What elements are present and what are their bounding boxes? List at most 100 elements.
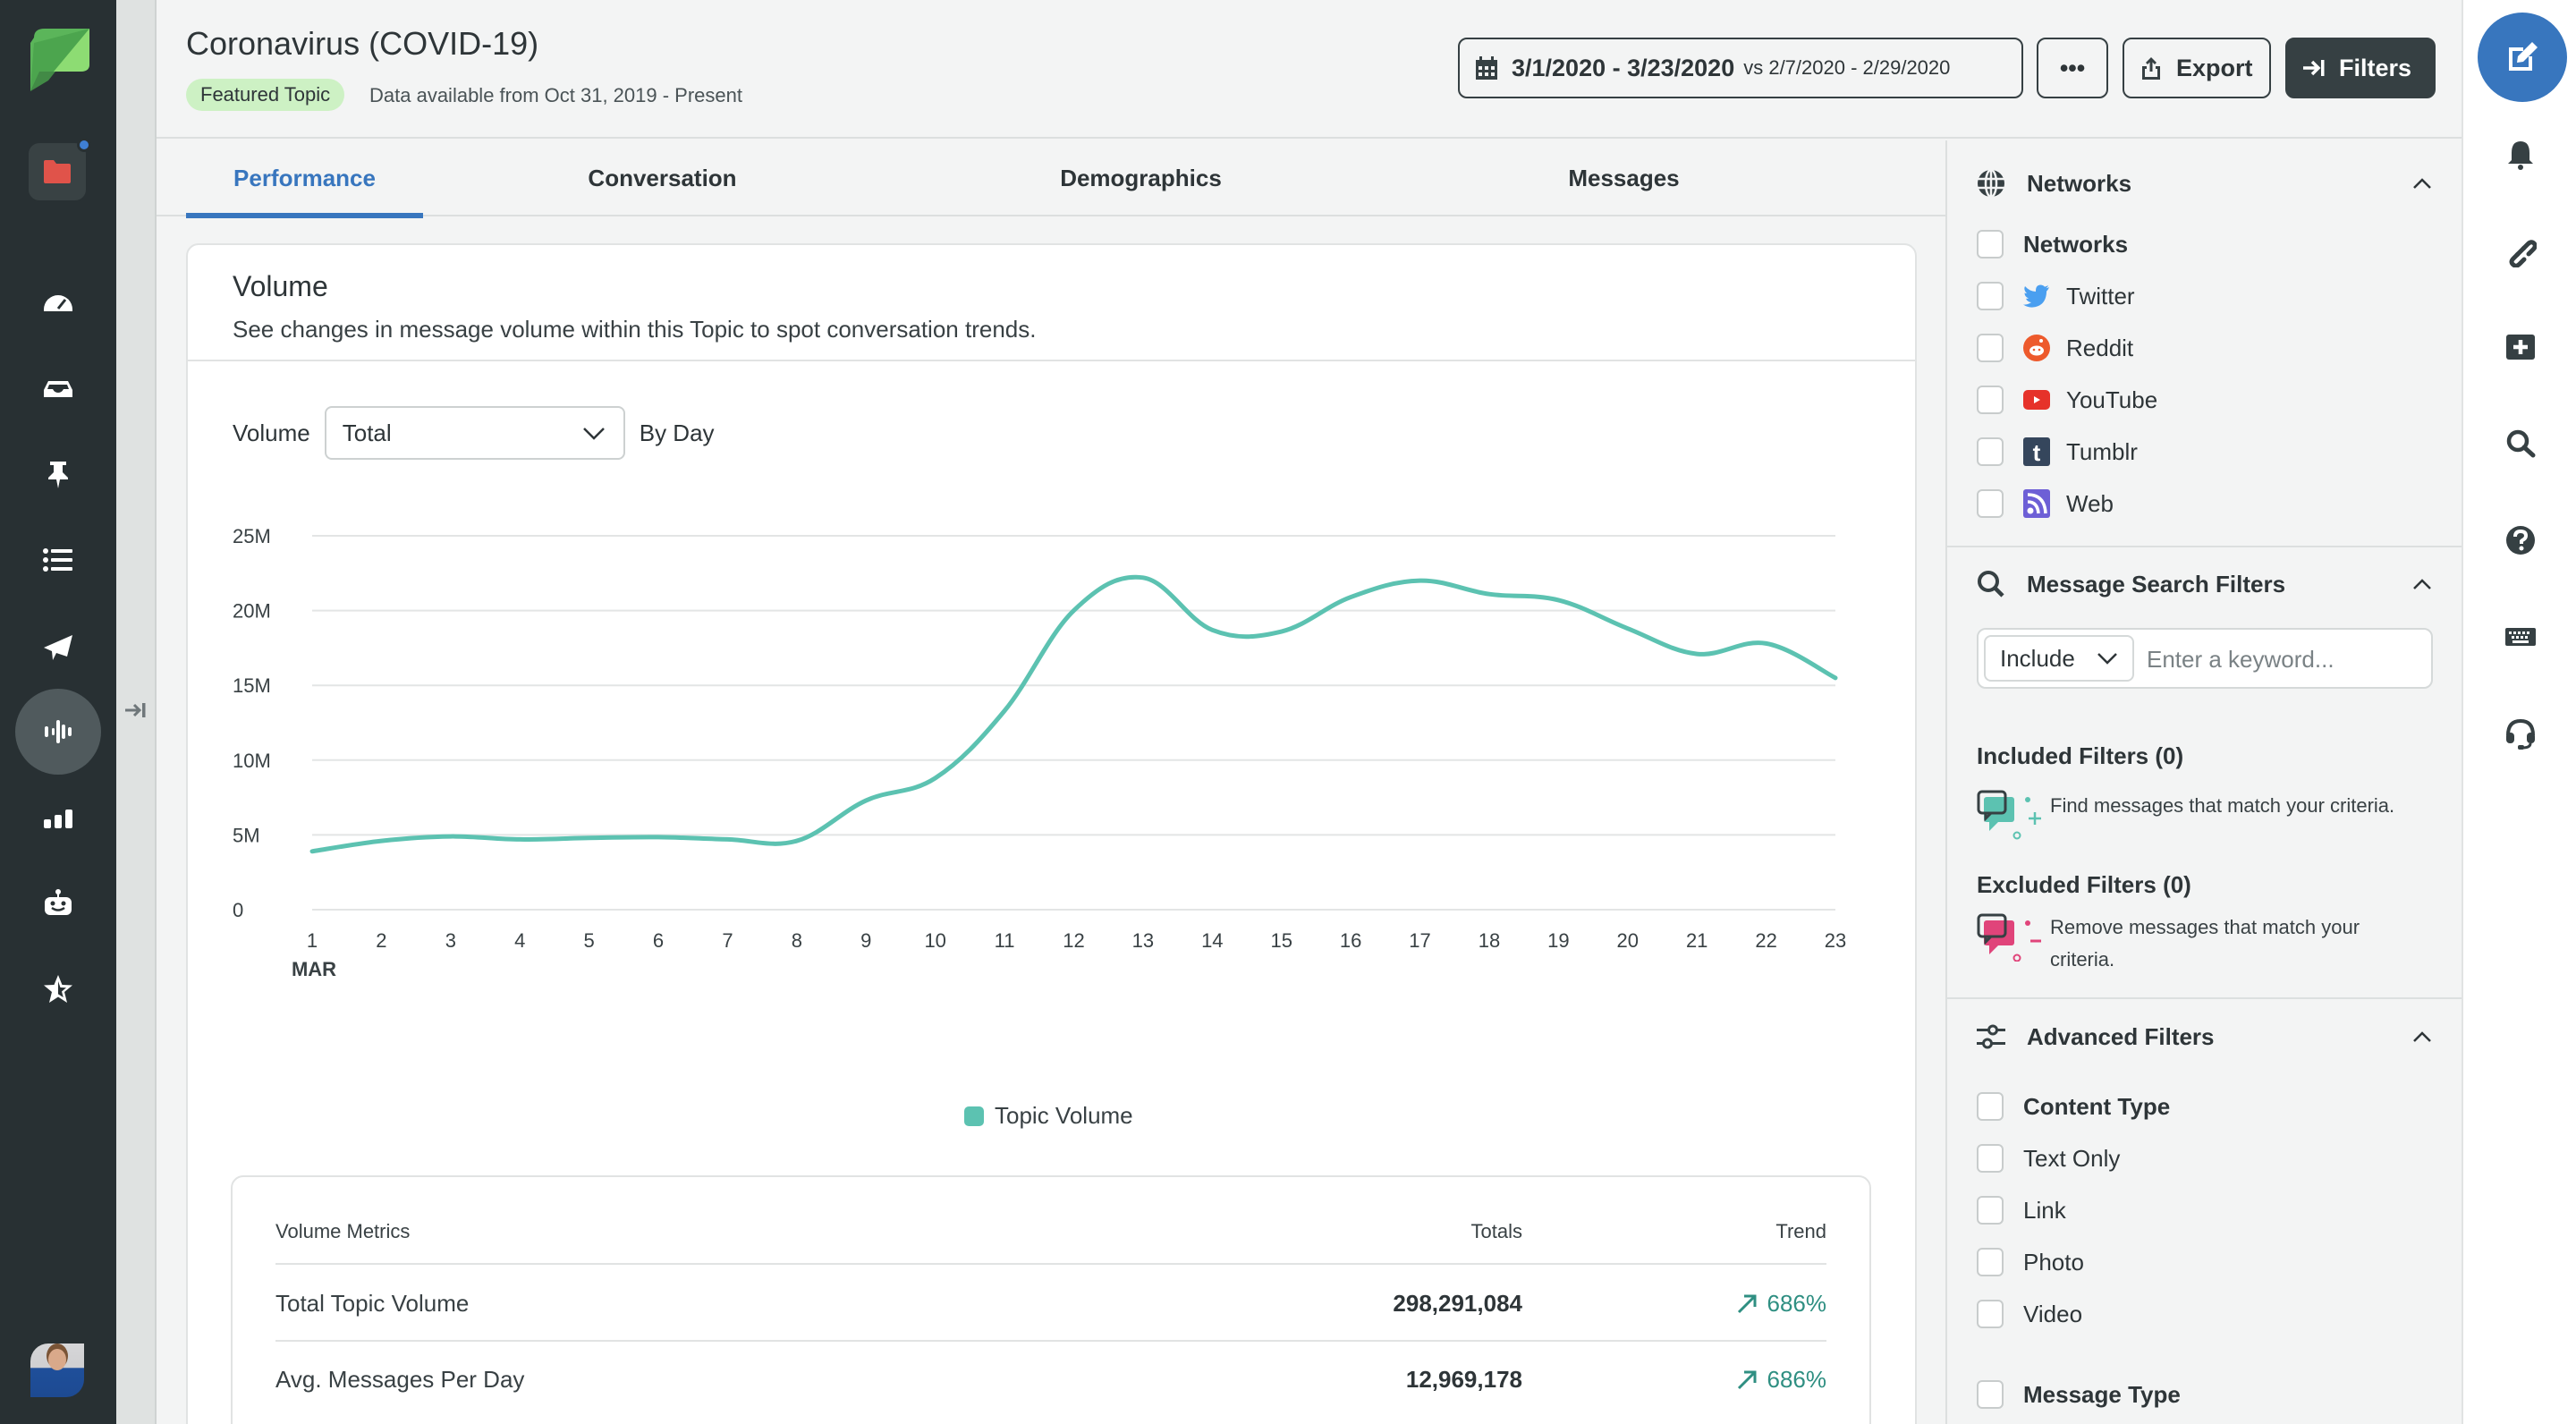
search-button[interactable]	[2504, 428, 2537, 460]
checkbox[interactable]	[1977, 437, 2004, 466]
checkbox[interactable]	[1977, 282, 2004, 310]
x-tick-label: 12	[1063, 929, 1084, 952]
nav-item-dashboard[interactable]	[15, 259, 101, 345]
nav-item-tasks[interactable]	[15, 431, 101, 517]
more-options-button[interactable]: •••	[2037, 38, 2108, 98]
checkbox[interactable]	[1977, 1144, 2004, 1173]
checkbox-video[interactable]: Video	[1977, 1300, 2082, 1328]
nav-item-reports[interactable]	[15, 775, 101, 860]
keyboard-icon	[2505, 628, 2536, 646]
include-exclude-select[interactable]: Include	[1984, 635, 2134, 682]
export-label: Export	[2176, 54, 2253, 81]
date-range-button[interactable]: 3/1/2020 - 3/23/2020 vs 2/7/2020 - 2/29/…	[1458, 38, 2023, 98]
x-tick-label: 19	[1547, 929, 1569, 952]
notification-dot	[77, 138, 91, 152]
sprout-logo-icon[interactable]	[27, 25, 89, 91]
checkbox[interactable]	[1977, 1092, 2004, 1121]
x-tick-label: 7	[722, 929, 733, 952]
star-icon	[44, 975, 72, 1003]
x-tick-label: 23	[1825, 929, 1846, 952]
notifications-button[interactable]	[2504, 139, 2537, 171]
checkbox-network-youtube[interactable]: YouTube	[1977, 386, 2157, 414]
export-button[interactable]: Export	[2123, 38, 2271, 98]
checkbox[interactable]	[1977, 230, 2004, 259]
expand-sidebar-icon[interactable]	[123, 698, 148, 723]
filters-panel: Networks Networks Twitter Reddit YouTube…	[1945, 140, 2462, 1424]
user-avatar[interactable]	[30, 1343, 84, 1397]
svg-text:t: t	[2033, 439, 2041, 466]
tab-bar: Performance Conversation Demographics Me…	[157, 140, 1945, 218]
checkbox-label: Content Type	[2023, 1092, 2171, 1120]
checkbox[interactable]	[1977, 1300, 2004, 1328]
advanced-filters-section-header[interactable]: Advanced Filters	[1977, 1010, 2433, 1064]
checkbox-network-reddit[interactable]: Reddit	[1977, 334, 2133, 362]
networks-section-header[interactable]: Networks	[1977, 157, 2433, 210]
checkbox[interactable]	[1977, 1248, 2004, 1276]
help-button[interactable]	[2504, 524, 2537, 556]
checkbox-all-networks[interactable]: Networks	[1977, 230, 2128, 259]
excluded-filters-hint: Remove messages that match your criteria…	[1977, 911, 2424, 976]
nav-item-bots[interactable]	[15, 860, 101, 946]
folder-icon	[44, 160, 71, 183]
rss-icon	[2023, 489, 2050, 518]
add-button[interactable]	[2504, 331, 2537, 363]
tab-messages[interactable]: Messages	[1380, 140, 1868, 216]
checkbox[interactable]	[1977, 334, 2004, 362]
checkbox-photo[interactable]: Photo	[1977, 1248, 2084, 1276]
checkbox-message-type[interactable]: Message Type	[1977, 1380, 2181, 1409]
keyboard-shortcuts-button[interactable]	[2504, 621, 2537, 653]
checkbox-network-web[interactable]: Web	[1977, 489, 2114, 518]
filters-button[interactable]: Filters	[2285, 38, 2436, 98]
metric-name: Total Topic Volume	[275, 1289, 470, 1317]
sidebar-collapse-strip	[116, 0, 157, 1424]
y-tick-label: 25M	[233, 525, 271, 547]
checkbox-label: Video	[2023, 1300, 2083, 1327]
checkbox-network-tumblr[interactable]: t Tumblr	[1977, 437, 2138, 466]
tab-performance[interactable]: Performance	[186, 140, 423, 218]
tab-demographics[interactable]: Demographics	[902, 140, 1380, 216]
legend-swatch	[964, 1106, 984, 1126]
checkbox-label: Twitter	[2066, 282, 2135, 309]
metrics-header-totals: Totals	[1470, 1220, 1522, 1242]
nav-item-reviews[interactable]	[15, 946, 101, 1032]
checkbox[interactable]	[1977, 386, 2004, 414]
message-search-title: Message Search Filters	[2027, 570, 2286, 598]
headset-icon	[2506, 718, 2535, 750]
nav-item-inbox[interactable]	[15, 345, 101, 431]
checkbox-link[interactable]: Link	[1977, 1196, 2066, 1225]
nav-item-publishing[interactable]	[15, 603, 101, 689]
y-tick-label: 5M	[233, 824, 260, 846]
nav-item-listening[interactable]	[15, 689, 101, 775]
checkbox-label: Web	[2066, 489, 2114, 517]
checkbox-label: Reddit	[2066, 334, 2134, 361]
x-tick-label: 10	[924, 929, 945, 952]
x-axis-label: MAR	[292, 958, 336, 980]
search-icon	[1978, 571, 2004, 598]
checkbox-label: Photo	[2023, 1248, 2084, 1276]
x-tick-label: 18	[1479, 929, 1500, 952]
checkbox[interactable]	[1977, 1196, 2004, 1225]
checkbox[interactable]	[1977, 489, 2004, 518]
checkbox-network-twitter[interactable]: Twitter	[1977, 282, 2135, 310]
volume-line-chart: 05M10M15M20M25M 1 2 3 4 5 6 7 8 9 10 11 12 13 14 15 16 1…	[233, 525, 1846, 980]
twitter-icon	[2023, 283, 2050, 309]
support-button[interactable]	[2504, 717, 2537, 750]
checkbox-content-type[interactable]: Content Type	[1977, 1092, 2170, 1121]
metrics-header-name: Volume Metrics	[275, 1220, 411, 1242]
page-title: Coronavirus (COVID-19)	[186, 25, 539, 62]
checkbox[interactable]	[1977, 1380, 2004, 1409]
bar-chart-icon	[44, 809, 72, 828]
nav-item-feeds[interactable]	[15, 517, 101, 603]
compose-button[interactable]	[2478, 13, 2567, 102]
x-tick-label: 15	[1270, 929, 1292, 952]
link-button[interactable]	[2504, 235, 2538, 268]
keyword-filter-box: Include	[1977, 628, 2433, 689]
keyword-input[interactable]	[2147, 637, 2424, 682]
nav-folder[interactable]	[29, 138, 91, 200]
chart-legend[interactable]: Topic Volume	[964, 1102, 1133, 1130]
tab-conversation[interactable]: Conversation	[423, 140, 902, 216]
checkbox-text-only[interactable]: Text Only	[1977, 1144, 2120, 1173]
metrics-header-trend: Trend	[1775, 1220, 1826, 1242]
message-search-section-header[interactable]: Message Search Filters	[1977, 557, 2433, 611]
metric-total: 12,969,178	[1405, 1365, 1522, 1393]
